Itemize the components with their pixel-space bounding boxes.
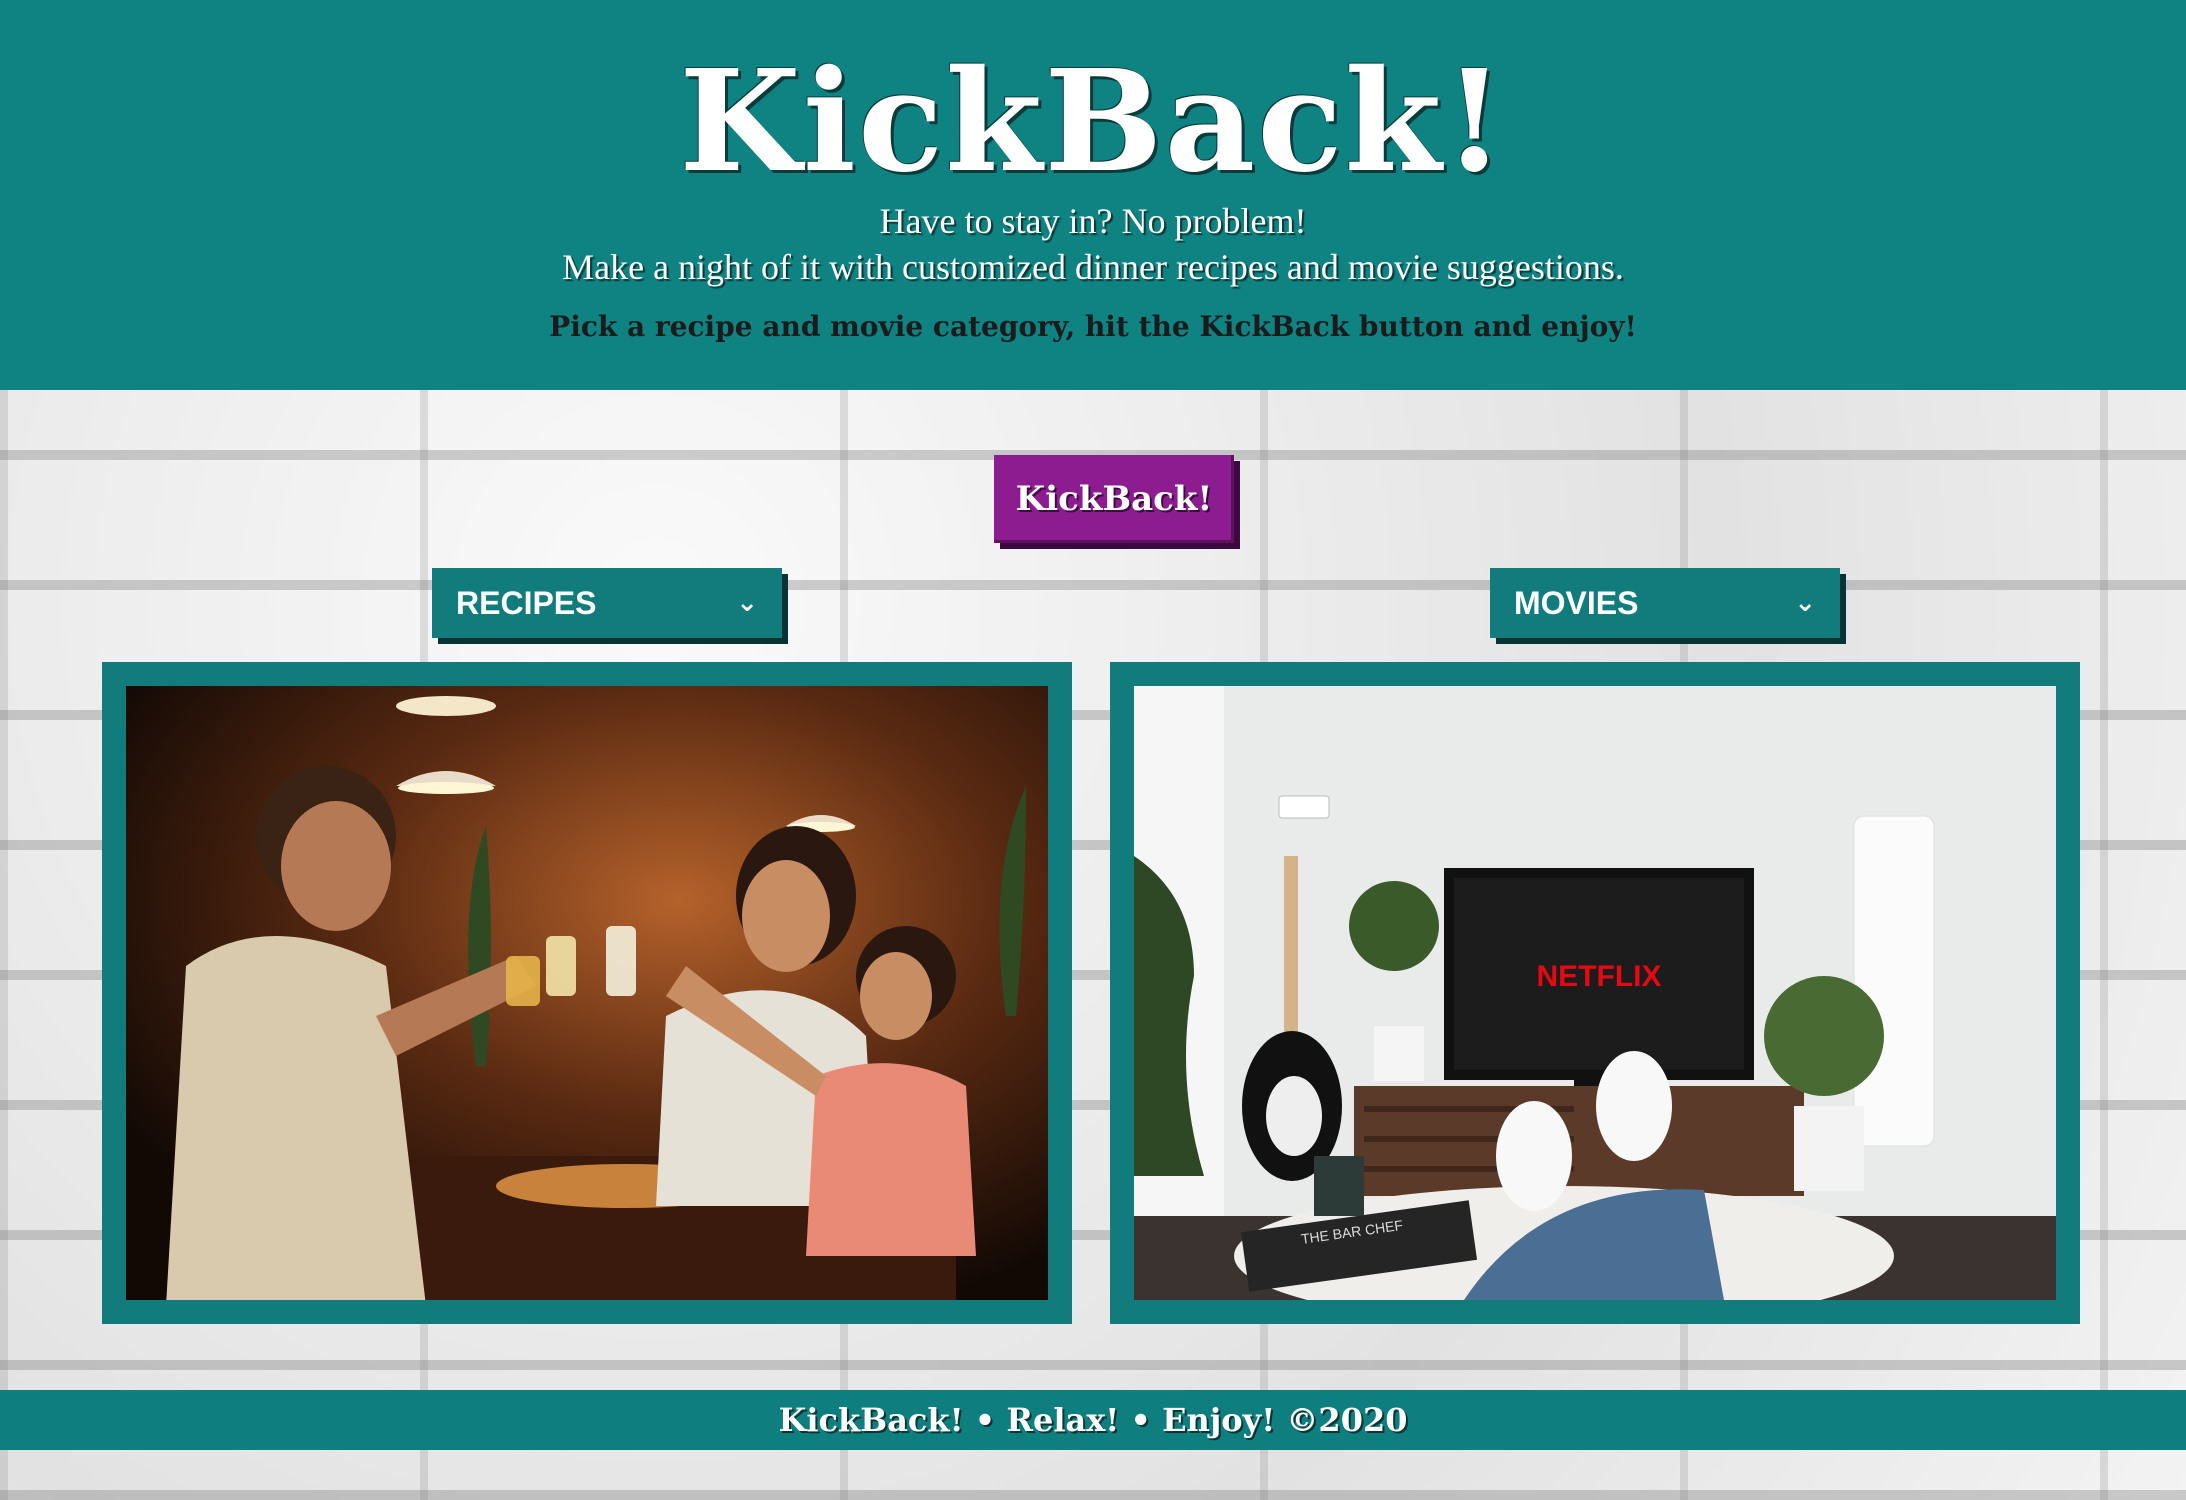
movies-select[interactable]: MOVIES ⌄	[1490, 568, 1840, 638]
tv-netflix-photo: NETFLIX THE BAR CHEF	[1134, 686, 2056, 1300]
chevron-down-icon: ⌄	[736, 588, 758, 618]
recipes-select[interactable]: RECIPES ⌄	[432, 568, 782, 638]
netflix-logo: NETFLIX	[1537, 960, 1662, 993]
recipes-select-value: RECIPES	[456, 585, 597, 621]
movies-image-card: NETFLIX THE BAR CHEF	[1110, 662, 2080, 1324]
tagline-line-2: Make a night of it with customized dinne…	[562, 247, 1624, 287]
site-title: KickBack!	[679, 40, 1507, 204]
instructions: Pick a recipe and movie category, hit th…	[549, 310, 1637, 343]
recipes-image-card	[102, 662, 1072, 1324]
movies-select-value: MOVIES	[1514, 585, 1639, 621]
tagline-line-1: Have to stay in? No problem!	[879, 201, 1307, 241]
tagline: Have to stay in? No problem! Make a nigh…	[0, 198, 2186, 290]
header: KickBack! Have to stay in? No problem! M…	[0, 0, 2186, 390]
chevron-down-icon: ⌄	[1794, 588, 1816, 618]
family-dinner-photo	[126, 686, 1048, 1300]
footer: KickBack! • Relax! • Enjoy! ©2020	[0, 1390, 2186, 1450]
kickback-button[interactable]: KickBack!	[994, 455, 1234, 543]
